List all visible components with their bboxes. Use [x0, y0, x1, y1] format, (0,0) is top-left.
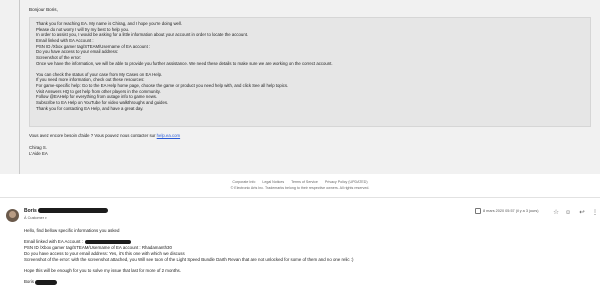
message-date: 8 mars 2020 05:57 (il y a 3 jours) [483, 209, 539, 213]
emoji-icon[interactable]: ☺ [564, 209, 572, 217]
sender-row: Boris [24, 208, 108, 215]
help-link[interactable]: help.ea.com [157, 133, 180, 138]
reply-icon[interactable]: ↩ [578, 209, 586, 217]
sender-avatar[interactable] [6, 209, 19, 222]
footer-links: Corporate Info Legal Notices Terms of Se… [0, 180, 600, 185]
footer-link-corporate[interactable]: Corporate Info [232, 180, 255, 184]
footer-link-privacy[interactable]: Privacy Policy (UPDATED) [325, 180, 368, 184]
quoted-signature: Chirag S. L'Aide EA [29, 145, 48, 157]
reply-email-label: Email linked with EA Account : [24, 239, 83, 245]
sender-name[interactable]: Boris [24, 208, 37, 214]
redacted-sender-email [37, 208, 108, 214]
reply-signature: Boris [24, 279, 354, 285]
quoted-outro: Vous avez encore besoin d'aide ? Vous po… [29, 133, 180, 139]
message-divider [0, 197, 600, 198]
redacted-email [84, 239, 131, 245]
redacted-surname [35, 279, 58, 285]
outro-text: Vous avez encore besoin d'aide ? Vous po… [29, 133, 157, 138]
footer-link-terms[interactable]: Terms of Service [291, 180, 318, 184]
chevron-down-icon[interactable]: ▾ [45, 216, 47, 220]
signature-team: L'Aide EA [29, 151, 48, 156]
star-icon[interactable]: ☆ [552, 209, 560, 217]
reply-body: Hello, find bellow specific informations… [24, 228, 354, 285]
reply-sign-name: Boris [24, 279, 35, 285]
attachment-icon [475, 208, 481, 214]
footer-link-legal[interactable]: Legal Notices [262, 180, 284, 184]
reply-screenshot-line: Screenshot of the error: with the screen… [24, 256, 354, 262]
footer-copyright: © Electronic Arts Inc. Trademarks belong… [230, 186, 370, 190]
quoted-message-area: Bonjour Boris, Thank you for reaching EA… [0, 0, 600, 190]
quoted-line: Thank you for contacting EA Help, and ha… [36, 105, 144, 111]
quoted-greeting: Bonjour Boris, [29, 7, 58, 12]
recipient-row[interactable]: À Customer ▾ [24, 216, 47, 221]
message-date-area: 8 mars 2020 05:57 (il y a 3 jours) [475, 208, 539, 214]
quoted-message-box: Thank you for reaching EA. My name is Ch… [29, 17, 591, 127]
recipient-label: À Customer [24, 216, 45, 220]
more-options-icon[interactable]: ⋮ [591, 209, 599, 217]
quote-bar [19, 0, 20, 174]
